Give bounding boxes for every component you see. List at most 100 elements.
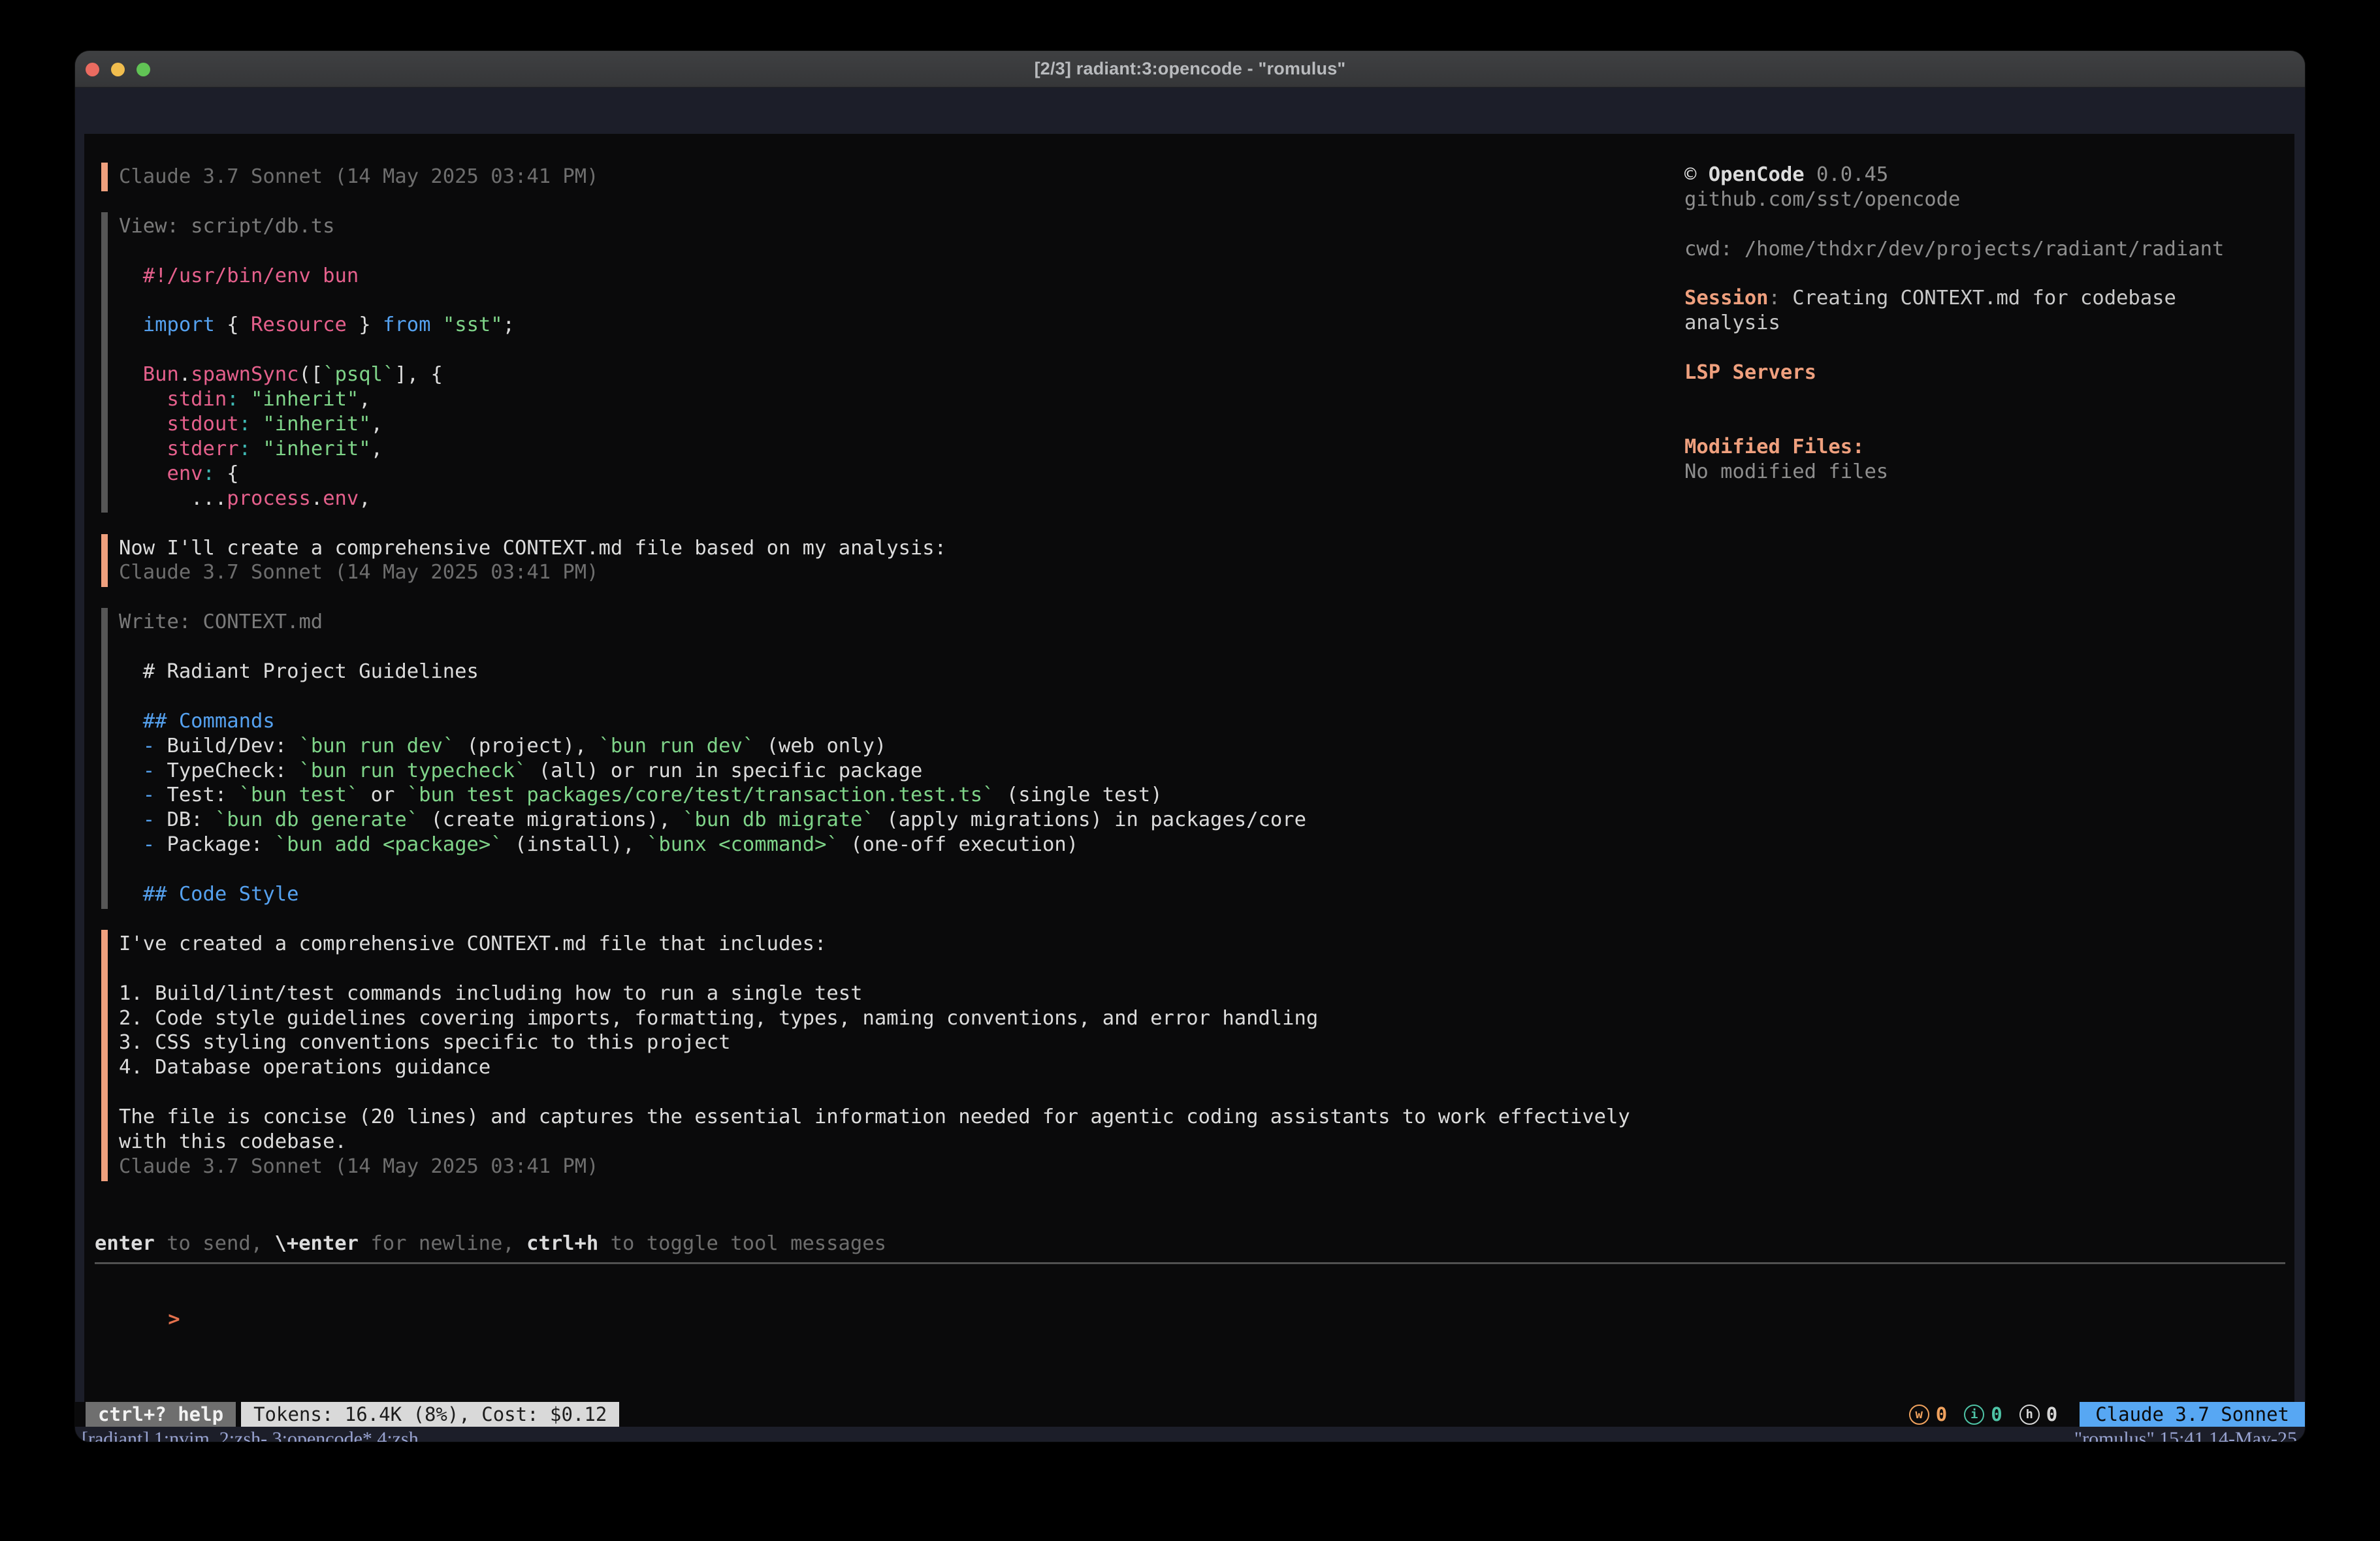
text-segment: Build/Dev: bbox=[155, 735, 298, 757]
tmux-window-2[interactable]: 2:zsh- bbox=[219, 1428, 267, 1442]
text-segment: LSP Servers bbox=[1684, 361, 1816, 384]
terminal-line: ...process.env, bbox=[119, 486, 515, 511]
text-segment: 0.0.45 bbox=[1805, 163, 1889, 186]
text-segment: `bun run dev` bbox=[298, 735, 455, 757]
text-segment: github.com/sst/opencode bbox=[1684, 188, 1960, 211]
terminal-line bbox=[1684, 336, 2224, 360]
text-segment: - bbox=[143, 833, 155, 856]
text-segment: TypeCheck: bbox=[155, 759, 298, 782]
message-header: Claude 3.7 Sonnet (14 May 2025 03:41 PM) bbox=[101, 163, 599, 191]
text-segment: ... bbox=[119, 487, 227, 510]
text-segment: for newline, bbox=[359, 1232, 526, 1255]
text-segment: Now I'll create a comprehensive CONTEXT.… bbox=[119, 537, 946, 560]
tool-view-block: View: script/db.ts #!/usr/bin/env bun im… bbox=[101, 212, 515, 513]
terminal-window: [2/3] radiant:3:opencode - "romulus" Cla… bbox=[75, 51, 2305, 1442]
text-segment: spawnSync bbox=[191, 363, 298, 386]
warning-icon: w bbox=[1909, 1405, 1929, 1425]
hint-icon: h bbox=[2019, 1405, 2040, 1425]
text-segment: Resource bbox=[251, 313, 347, 336]
terminal-line bbox=[1684, 410, 2224, 435]
terminal-line bbox=[119, 1080, 1630, 1105]
text-segment: - bbox=[143, 808, 155, 831]
text-segment: View: script/db.ts bbox=[119, 215, 335, 238]
text-segment: ([ bbox=[298, 363, 323, 386]
text-segment: `bun db migrate` bbox=[683, 808, 875, 831]
text-segment bbox=[119, 833, 143, 856]
text-segment: (web only) bbox=[754, 735, 886, 757]
text-segment: env bbox=[323, 487, 359, 510]
text-segment: Creating CONTEXT.md for codebase bbox=[1792, 287, 2176, 310]
text-segment: to toggle tool messages bbox=[598, 1232, 886, 1255]
window-titlebar[interactable]: [2/3] radiant:3:opencode - "romulus" bbox=[75, 51, 2305, 87]
text-segment: to send, bbox=[155, 1232, 275, 1255]
text-segment bbox=[119, 313, 143, 336]
text-segment: env bbox=[167, 462, 202, 485]
zoom-button[interactable] bbox=[137, 63, 150, 76]
terminal-line: Claude 3.7 Sonnet (14 May 2025 03:41 PM) bbox=[119, 560, 946, 585]
tmux-window-4[interactable]: 4:zsh bbox=[377, 1428, 418, 1442]
text-segment bbox=[119, 735, 143, 757]
terminal-line bbox=[1684, 385, 2224, 410]
text-segment bbox=[119, 462, 167, 485]
text-segment: : bbox=[239, 413, 251, 436]
text-segment: ctrl+h bbox=[526, 1232, 598, 1255]
diagnostic-count: 0 bbox=[1936, 1403, 1947, 1425]
tmux-window-1[interactable]: 1:nvim bbox=[154, 1428, 210, 1442]
text-segment bbox=[119, 883, 143, 906]
text-segment: \+enter bbox=[274, 1232, 359, 1255]
text-segment bbox=[119, 437, 167, 460]
diagnostics-group: w0i0h0 bbox=[1909, 1402, 2057, 1427]
text-segment bbox=[119, 363, 143, 386]
message-block: I've created a comprehensive CONTEXT.md … bbox=[101, 930, 1630, 1181]
text-segment: enter bbox=[95, 1232, 155, 1255]
terminal-line bbox=[119, 338, 515, 362]
text-segment: Modified Files: bbox=[1684, 436, 1864, 458]
terminal-line: 3. CSS styling conventions specific to t… bbox=[119, 1030, 1630, 1055]
text-segment: Write: CONTEXT.md bbox=[119, 611, 323, 633]
text-segment: Package: bbox=[155, 833, 275, 856]
text-segment: "sst" bbox=[443, 313, 503, 336]
terminal-line: © OpenCode 0.0.45 bbox=[1684, 163, 2224, 187]
terminal-line: stdin: "inherit", bbox=[119, 387, 515, 412]
terminal-line: The file is concise (20 lines) and captu… bbox=[119, 1105, 1630, 1130]
text-segment: I've created a comprehensive CONTEXT.md … bbox=[119, 932, 826, 955]
text-segment: Bun bbox=[143, 363, 179, 386]
text-segment: No modified files bbox=[1684, 460, 1888, 483]
text-segment: - bbox=[143, 759, 155, 782]
terminal-line: 4. Database operations guidance bbox=[119, 1055, 1630, 1080]
prompt-input[interactable]: > bbox=[96, 1282, 180, 1307]
text-segment bbox=[430, 313, 442, 336]
status-bar: ctrl+? help Tokens: 16.4K (8%), Cost: $0… bbox=[75, 1402, 2305, 1427]
tokens-cost-chip: Tokens: 16.4K (8%), Cost: $0.12 bbox=[241, 1402, 619, 1427]
text-segment bbox=[119, 413, 167, 436]
text-segment: # Radiant Project Guidelines bbox=[119, 660, 479, 683]
keybinding-help: enter to send, \+enter for newline, ctrl… bbox=[95, 1231, 886, 1256]
text-segment: `bun db generate` bbox=[215, 808, 419, 831]
text-segment: stdin bbox=[167, 388, 227, 411]
tmux-window-3[interactable]: 3:opencode* bbox=[272, 1428, 372, 1442]
tmux-host-clock: "romulus" 15:41 14-May-25 bbox=[2074, 1428, 2297, 1442]
text-segment: (one-off execution) bbox=[839, 833, 1078, 856]
text-segment bbox=[239, 388, 251, 411]
text-segment: , bbox=[359, 388, 370, 411]
terminal-line bbox=[119, 684, 1306, 709]
terminal-line: Bun.spawnSync([`psql`], { bbox=[119, 362, 515, 387]
terminal-line: analysis bbox=[1684, 311, 2224, 336]
text-segment: `bunx <command>` bbox=[647, 833, 839, 856]
diagnostic-hint: h0 bbox=[2019, 1403, 2057, 1425]
terminal-line: cwd: /home/thdxr/dev/projects/radiant/ra… bbox=[1684, 237, 2224, 262]
terminal-line: Session: Creating CONTEXT.md for codebas… bbox=[1684, 286, 2224, 311]
close-button[interactable] bbox=[86, 63, 99, 76]
model-chip[interactable]: Claude 3.7 Sonnet bbox=[2080, 1402, 2305, 1427]
text-segment: `bun run dev` bbox=[599, 735, 755, 757]
terminal-line bbox=[119, 957, 1630, 981]
help-chip[interactable]: ctrl+? help bbox=[86, 1402, 236, 1427]
message-block: Now I'll create a comprehensive CONTEXT.… bbox=[101, 534, 946, 588]
minimize-button[interactable] bbox=[111, 63, 125, 76]
text-segment: . bbox=[179, 363, 191, 386]
terminal-line: 1. Build/lint/test commands including ho… bbox=[119, 981, 1630, 1006]
text-segment: 2. Code style guidelines covering import… bbox=[119, 1007, 1318, 1030]
terminal-line: - Package: `bun add <package>` (install)… bbox=[119, 833, 1306, 857]
text-segment: `bun test` bbox=[239, 784, 359, 806]
terminal-line: LSP Servers bbox=[1684, 360, 2224, 385]
